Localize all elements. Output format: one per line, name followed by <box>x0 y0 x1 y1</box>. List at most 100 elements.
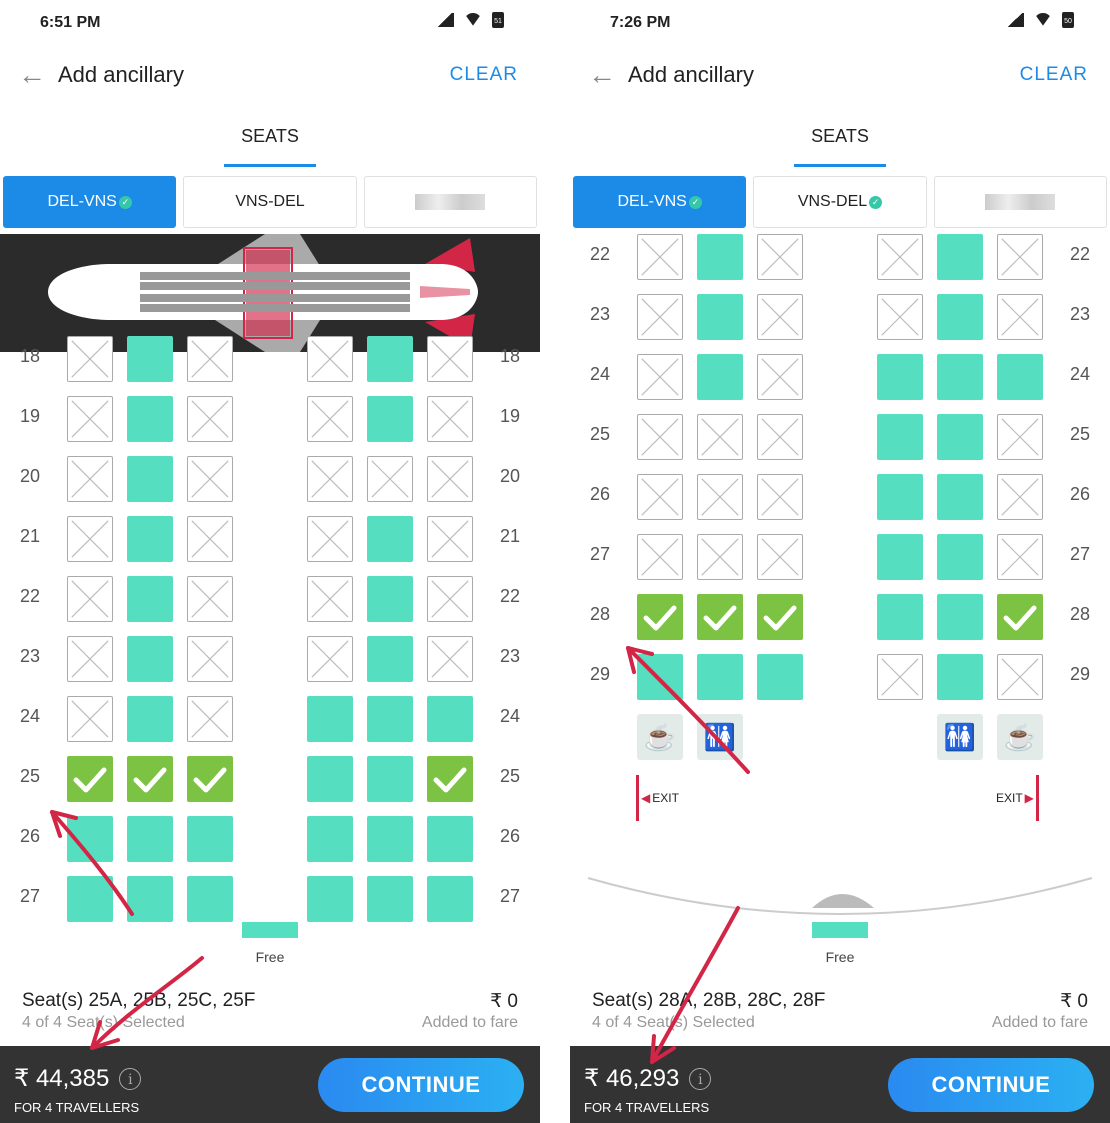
seat-23-B[interactable] <box>127 636 173 682</box>
seat-25-B[interactable] <box>127 756 173 802</box>
seat-21-B[interactable] <box>127 516 173 562</box>
seat-28-D[interactable] <box>877 594 923 640</box>
seat-27-E[interactable] <box>937 534 983 580</box>
seat-18-F <box>427 336 473 382</box>
exit-bar <box>636 775 639 821</box>
seat-21-D <box>307 516 353 562</box>
row-number-right: 24 <box>1069 364 1091 384</box>
seat-25-E[interactable] <box>937 414 983 460</box>
seat-24-D[interactable] <box>877 354 923 400</box>
seat-26-D[interactable] <box>877 474 923 520</box>
seat-24-A <box>637 354 683 400</box>
seat-22-E[interactable] <box>937 234 983 280</box>
seat-21-E[interactable] <box>367 516 413 562</box>
seat-18-B[interactable] <box>127 336 173 382</box>
seat-19-A <box>67 396 113 442</box>
seat-29-E[interactable] <box>937 654 983 700</box>
seat-27-A[interactable] <box>67 876 113 922</box>
seat-24-D[interactable] <box>307 696 353 742</box>
seat-25-D[interactable] <box>307 756 353 802</box>
arrow-left-icon[interactable]: ← <box>18 59 58 91</box>
seat-27-F[interactable] <box>427 876 473 922</box>
continue-button[interactable]: CONTINUE <box>888 1058 1094 1112</box>
seat-22-B[interactable] <box>697 234 743 280</box>
seat-22-E[interactable] <box>367 576 413 622</box>
seat-22-B[interactable] <box>127 576 173 622</box>
seat-23-D <box>877 294 923 340</box>
seat-28-F[interactable] <box>997 594 1043 640</box>
segment-tab-vns-del[interactable]: VNS-DEL <box>183 176 357 228</box>
seat-25-D[interactable] <box>877 414 923 460</box>
seat-21-A <box>67 516 113 562</box>
seat-26-F[interactable] <box>427 816 473 862</box>
plane-overview-graphic <box>48 234 478 352</box>
seat-19-F <box>427 396 473 442</box>
tab-seats[interactable]: SEATS <box>0 126 540 147</box>
seat-27-D[interactable] <box>877 534 923 580</box>
row-number-left: 24 <box>19 706 41 726</box>
seat-27-D[interactable] <box>307 876 353 922</box>
seat-28-C[interactable] <box>757 594 803 640</box>
selected-count-text: 4 of 4 Seat(s) Selected <box>22 1014 185 1031</box>
seat-28-A[interactable] <box>637 594 683 640</box>
seat-26-E[interactable] <box>937 474 983 520</box>
seat-25-A[interactable] <box>67 756 113 802</box>
seat-20-B[interactable] <box>127 456 173 502</box>
seat-26-B[interactable] <box>127 816 173 862</box>
seat-23-D <box>307 636 353 682</box>
seat-29-A[interactable] <box>637 654 683 700</box>
segment-tab-del-vns[interactable]: DEL-VNS ✓ <box>573 176 747 228</box>
seat-24-E[interactable] <box>367 696 413 742</box>
segment-tab-del-vns[interactable]: DEL-VNS ✓ <box>3 176 177 228</box>
seat-19-E[interactable] <box>367 396 413 442</box>
seat-24-E[interactable] <box>937 354 983 400</box>
seat-26-C <box>757 474 803 520</box>
seat-27-C[interactable] <box>187 876 233 922</box>
row-number-right: 27 <box>1069 544 1091 564</box>
seat-25-C[interactable] <box>187 756 233 802</box>
seat-25-F[interactable] <box>427 756 473 802</box>
info-icon[interactable]: i <box>119 1067 142 1090</box>
seat-24-B[interactable] <box>697 354 743 400</box>
segment-tab-blurred[interactable] <box>363 176 537 228</box>
seat-28-B[interactable] <box>697 594 743 640</box>
seat-24-F[interactable] <box>997 354 1043 400</box>
seat-22-F <box>427 576 473 622</box>
seat-22-A <box>637 234 683 280</box>
seat-29-B[interactable] <box>697 654 743 700</box>
seat-26-E[interactable] <box>367 816 413 862</box>
clear-button[interactable]: CLEAR <box>450 64 518 86</box>
seat-28-E[interactable] <box>937 594 983 640</box>
status-bar-icons: 50 <box>1006 12 1074 28</box>
seat-18-E[interactable] <box>367 336 413 382</box>
seat-23-E[interactable] <box>367 636 413 682</box>
seat-24-F[interactable] <box>427 696 473 742</box>
seat-27-E[interactable] <box>367 876 413 922</box>
row-number-right: 18 <box>499 346 521 366</box>
screen-right: 7:26 PM 50 ← Add ancillary CLEAR SEATS D… <box>570 0 1110 1123</box>
seat-26-C[interactable] <box>187 816 233 862</box>
seat-20-C <box>187 456 233 502</box>
segment-tab-vns-del[interactable]: VNS-DEL ✓ <box>753 176 927 228</box>
seat-26-D[interactable] <box>307 816 353 862</box>
continue-button[interactable]: CONTINUE <box>318 1058 524 1112</box>
selection-summary: Seat(s) 28A, 28B, 28C, 28F 4 of 4 Seat(s… <box>592 988 1088 1038</box>
row-number-left: 26 <box>589 484 611 504</box>
row-number-left: 21 <box>19 526 41 546</box>
tab-seats[interactable]: SEATS <box>570 126 1110 147</box>
segment-tab-blurred[interactable] <box>933 176 1107 228</box>
seat-29-C[interactable] <box>757 654 803 700</box>
seat-26-A[interactable] <box>67 816 113 862</box>
seat-23-A <box>67 636 113 682</box>
seat-27-B[interactable] <box>127 876 173 922</box>
seat-25-E[interactable] <box>367 756 413 802</box>
arrow-left-icon[interactable]: ← <box>588 59 628 91</box>
clear-button[interactable]: CLEAR <box>1020 64 1088 86</box>
seat-23-B[interactable] <box>697 294 743 340</box>
row-number-left: 23 <box>19 646 41 666</box>
seat-23-E[interactable] <box>937 294 983 340</box>
seat-24-B[interactable] <box>127 696 173 742</box>
info-icon[interactable]: i <box>689 1067 712 1090</box>
total-fare-amount: ₹ 44,385 <box>14 1065 110 1092</box>
seat-19-B[interactable] <box>127 396 173 442</box>
